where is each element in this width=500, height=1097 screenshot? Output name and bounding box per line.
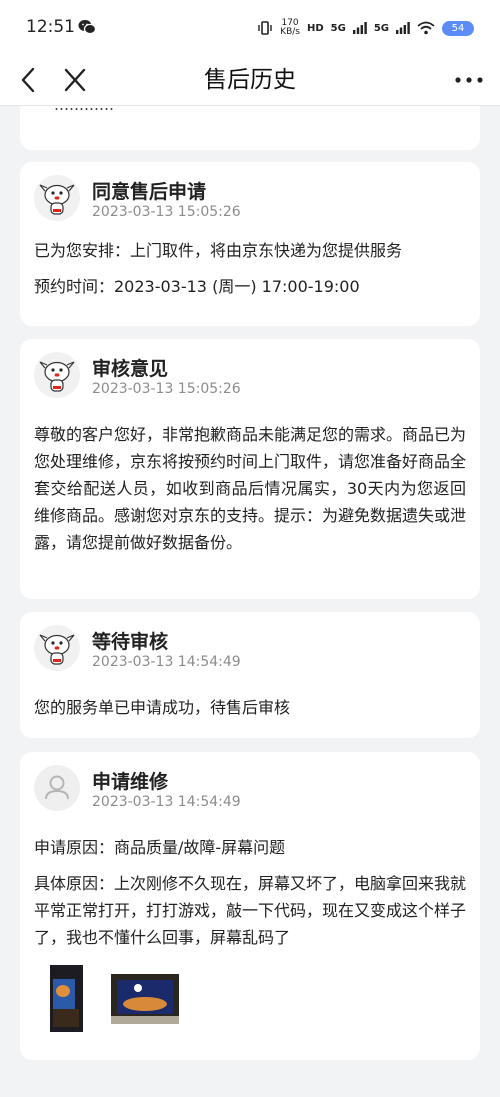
attachment-images — [34, 965, 466, 1055]
record-header: 等待审核 2023-03-13 14:54:49 — [34, 612, 466, 682]
record-title: 申请维修 — [92, 771, 169, 793]
record-time: 2023-03-13 15:05:26 — [92, 204, 241, 220]
jd-mascot-icon — [34, 352, 80, 398]
clock: 12:51 — [26, 17, 75, 37]
signal-5g-1-label: 5G — [330, 22, 346, 34]
record-time: 2023-03-13 14:54:49 — [92, 654, 241, 670]
more-icon[interactable] — [452, 64, 486, 96]
status-indicators: 170 KB/s HD 5G 5G 54 — [257, 14, 474, 42]
partial-record-text: ………… — [54, 106, 114, 112]
record-reason: 申请原因：商品质量/故障-屏幕问题 — [34, 838, 286, 857]
record-card-approved: 同意售后申请 2023-03-13 15:05:26 已为您安排：上门取件，将由… — [20, 162, 480, 326]
history-list[interactable]: ………… 同意售后申请 2023-03-13 15:05:26 已为您安排：上门… — [0, 106, 500, 1097]
record-title: 审核意见 — [92, 358, 169, 380]
battery-indicator: 54 — [442, 20, 474, 36]
jd-mascot-icon — [34, 625, 80, 671]
signal-5g-2-label: 5G — [373, 22, 389, 34]
jd-mascot-icon — [34, 175, 80, 221]
wifi-icon — [417, 21, 435, 35]
network-speed-unit: KB/s — [280, 27, 300, 37]
record-text-line: 已为您安排：上门取件，将由京东快递为您提供服务 — [34, 241, 403, 260]
record-card-review: 审核意见 2023-03-13 15:05:26 尊敬的客户您好，非常抱歉商品未… — [20, 339, 480, 599]
record-detail: 具体原因：上次刚修不久现在，屏幕又坏了，电脑拿回来我就平常正常打开，打打游戏，敲… — [34, 874, 467, 947]
page-title: 售后历史 — [204, 67, 296, 93]
hd-indicator: HD — [306, 22, 324, 34]
record-title: 同意售后申请 — [92, 181, 207, 203]
record-card-partial: ………… — [20, 106, 480, 150]
record-title: 等待审核 — [92, 631, 169, 653]
nav-bar: 售后历史 — [0, 54, 500, 106]
wechat-icon — [78, 20, 96, 35]
record-review-text: 尊敬的客户您好，非常抱歉商品未能满足您的需求。商品已为您处理维修，京东将按预约时… — [34, 425, 467, 552]
record-time: 2023-03-13 15:05:26 — [92, 381, 241, 397]
status-bar: 12:51 170 KB/s HD 5G 5G 54 — [0, 0, 500, 54]
network-speed: 170 KB/s — [280, 19, 300, 37]
record-time: 2023-03-13 14:54:49 — [92, 794, 241, 810]
record-header: 审核意见 2023-03-13 15:05:26 — [34, 339, 466, 409]
signal-bars-2-icon — [396, 22, 410, 34]
record-text: 您的服务单已申请成功，待售后审核 — [34, 698, 291, 717]
record-header: 申请维修 2023-03-13 14:54:49 — [34, 752, 466, 822]
user-avatar-icon — [34, 765, 80, 811]
record-card-pending: 等待审核 2023-03-13 14:54:49 您的服务单已申请成功，待售后审… — [20, 612, 480, 738]
signal-bars-icon — [352, 22, 367, 34]
record-appointment-time: 预约时间：2023-03-13 (周一) 17:00-19:00 — [34, 277, 360, 296]
record-card-repair-request: 申请维修 2023-03-13 14:54:49 申请原因：商品质量/故障-屏幕… — [20, 752, 480, 1060]
attachment-image[interactable] — [111, 974, 179, 1024]
record-header: 同意售后申请 2023-03-13 15:05:26 — [34, 162, 466, 232]
vibrate-icon — [258, 21, 272, 35]
attachment-image[interactable] — [50, 965, 83, 1032]
